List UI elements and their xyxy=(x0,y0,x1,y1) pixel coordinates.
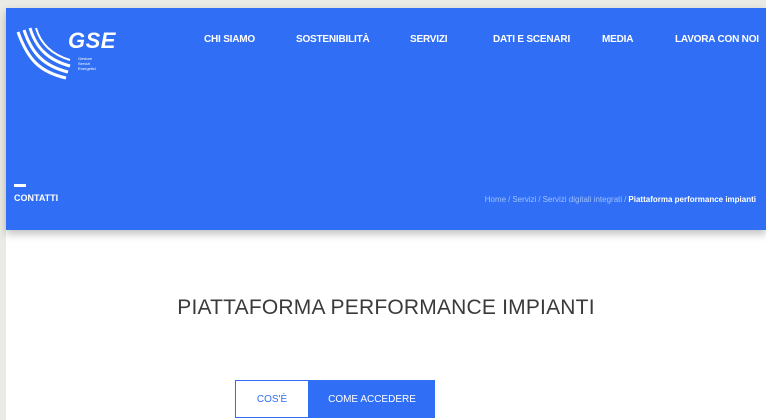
breadcrumb-servizi-digitali[interactable]: Servizi digitali integrati xyxy=(543,195,623,204)
breadcrumb-current: Piattaforma performance impianti xyxy=(628,195,756,204)
breadcrumb-separator: / xyxy=(538,195,541,204)
contacts-link[interactable]: CONTATTI xyxy=(14,184,58,203)
breadcrumb-servizi[interactable]: Servizi xyxy=(512,195,536,204)
breadcrumb: Home / Servizi / Servizi digitali integrati /… xyxy=(485,195,756,204)
main-nav: CHI SIAMO SOSTENIBILITÀ SERVIZI DATI E S… xyxy=(6,34,766,54)
contacts-label: CONTATTI xyxy=(14,193,59,203)
logo-sub-line: Energetici xyxy=(78,66,96,71)
breadcrumb-home[interactable]: Home xyxy=(485,195,506,204)
logo-subtitle: Gestore Servizi Energetici xyxy=(78,56,96,71)
breadcrumb-separator: / xyxy=(508,195,511,204)
page-title: PIATTAFORMA PERFORMANCE IMPIANTI xyxy=(177,296,595,319)
nav-item-servizi[interactable]: SERVIZI xyxy=(410,34,448,45)
nav-item-lavora-con-noi[interactable]: LAVORA CON NOI xyxy=(675,34,759,45)
tab-cos-e[interactable]: COS'È xyxy=(235,380,309,418)
nav-item-dati-e-scenari[interactable]: DATI E SCENARI xyxy=(493,34,570,45)
tab-come-accedere[interactable]: COME ACCEDERE xyxy=(309,380,435,418)
nav-item-chi-siamo[interactable]: CHI SIAMO xyxy=(204,34,255,45)
nav-item-media[interactable]: MEDIA xyxy=(602,34,633,45)
header-hero: GSE Gestore Servizi Energetici CHI SIAMO… xyxy=(6,8,766,230)
nav-item-sostenibilita[interactable]: SOSTENIBILITÀ xyxy=(296,34,370,45)
contacts-bar-icon xyxy=(14,184,26,187)
page: GSE Gestore Servizi Energetici CHI SIAMO… xyxy=(6,8,766,420)
breadcrumb-separator: / xyxy=(624,195,627,204)
